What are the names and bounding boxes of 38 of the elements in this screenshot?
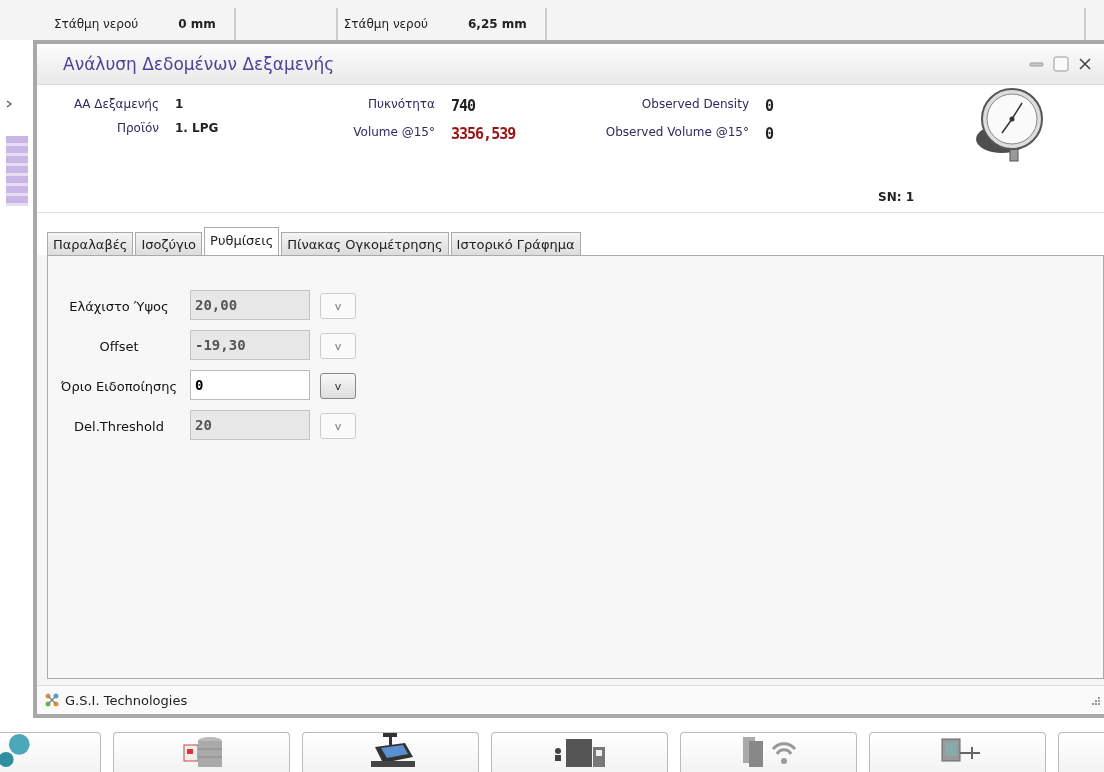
- field-label: Προϊόν: [115, 121, 159, 135]
- caret-icon[interactable]: [6, 100, 12, 108]
- status-text: G.S.I. Technologies: [65, 692, 188, 708]
- field-value: 3356,539: [451, 125, 517, 143]
- tab[interactable]: Παραλαβές: [47, 232, 134, 255]
- field-label: Observed Volume @15°: [604, 125, 749, 141]
- field-label: Ελάχιστο Ύψος: [68, 298, 170, 314]
- field-value: 740: [451, 97, 477, 115]
- field-value: 1. LPG: [175, 121, 220, 135]
- cell-value: 0 mm: [178, 17, 216, 31]
- field-label: Όριο Ειδοποίησης: [59, 378, 179, 394]
- toolbar-button[interactable]: [491, 732, 668, 772]
- input-field[interactable]: 0: [190, 370, 310, 400]
- maximize-icon[interactable]: [1052, 55, 1070, 73]
- apply-button[interactable]: v: [320, 373, 356, 399]
- tab[interactable]: Πίνακας Ογκομέτρησης: [281, 232, 449, 255]
- tab[interactable]: Ισοζύγιο: [135, 232, 203, 255]
- cell-label: Στάθμη νερού: [54, 17, 139, 31]
- cell-value: 6,25 mm: [468, 17, 527, 31]
- serial-number: SN: 1: [878, 190, 914, 204]
- field-label: Offset: [98, 338, 140, 354]
- field-label: Volume @15°: [352, 125, 435, 141]
- resize-grip-icon[interactable]: [1090, 695, 1100, 705]
- tab[interactable]: Ρυθμίσεις: [204, 227, 280, 255]
- molecule-icon: [0, 733, 30, 767]
- cell-label: Στάθμη νερού: [343, 17, 428, 31]
- cross-icon: [45, 693, 59, 707]
- toolbar-button[interactable]: [302, 732, 479, 772]
- field-label: Πυκνότητα: [366, 97, 435, 113]
- field-value: 0: [765, 97, 775, 115]
- field-label: Del.Threshold: [73, 418, 165, 434]
- window-title: Ανάλυση Δεδομένων Δεξαμενής: [63, 54, 336, 74]
- field-value: 0: [765, 125, 775, 143]
- field-value: 1: [175, 97, 185, 111]
- tab[interactable]: Ιστορικό Γράφημα: [450, 232, 581, 255]
- field-label: ΑΑ Δεξαμενής: [73, 97, 159, 111]
- field-label: Observed Density: [640, 97, 749, 113]
- list-stripe: [6, 136, 28, 206]
